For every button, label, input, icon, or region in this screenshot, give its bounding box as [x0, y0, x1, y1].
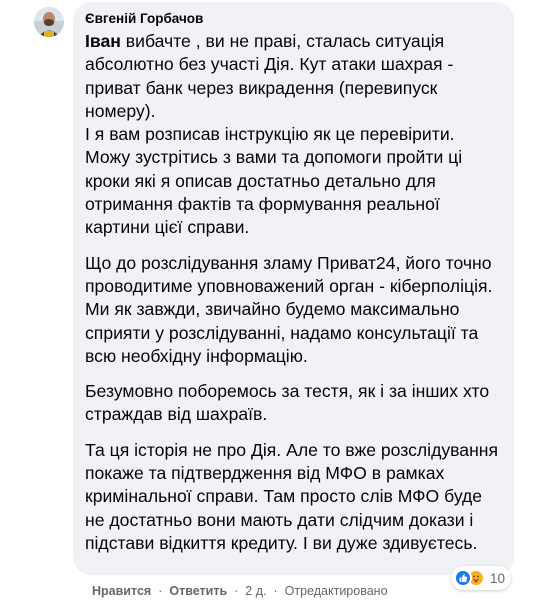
timestamp-link[interactable]: 2 д. — [245, 583, 266, 599]
reaction-count: 10 — [490, 570, 506, 586]
comment: Євгеній Горбачов Іван вибачте , ви не пр… — [0, 0, 540, 600]
separator-dot: · — [158, 584, 163, 598]
comment-paragraph: Та ця історія не про Дія. Але то вже роз… — [85, 439, 499, 553]
comment-bubble: Євгеній Горбачов Іван вибачте , ви не пр… — [73, 2, 514, 575]
reply-button[interactable]: Ответить — [169, 583, 227, 599]
reactions-summary[interactable]: 10 — [451, 566, 512, 590]
avatar-photo — [34, 7, 64, 37]
comment-paragraph: І я вам розписав інструкцію як це переві… — [85, 124, 463, 238]
comment-paragraph: Іван вибачте , ви не праві, сталась ситу… — [85, 30, 502, 123]
separator-dot: · — [234, 584, 239, 598]
like-icon — [454, 569, 472, 587]
comment-paragraph: Що до розслідування зламу Приват24, його… — [85, 252, 493, 366]
mention-link[interactable]: Іван — [85, 31, 121, 51]
comment-paragraph-text: вибачте , ви не праві, сталась ситуація … — [85, 31, 454, 121]
edited-label[interactable]: Отредактировано — [285, 583, 388, 599]
like-button[interactable]: Нравится — [92, 583, 151, 599]
separator-dot: · — [273, 584, 278, 598]
author-name[interactable]: Євгеній Горбачов — [85, 10, 502, 28]
comment-paragraph: Безумовно поборемось за тестя, як і за і… — [85, 381, 490, 425]
comment-text: Іван вибачте , ви не праві, сталась ситу… — [85, 30, 502, 555]
comment-actions: Нравится · Ответить · 2 д. · Отредактиро… — [92, 583, 388, 599]
avatar[interactable] — [34, 7, 64, 37]
